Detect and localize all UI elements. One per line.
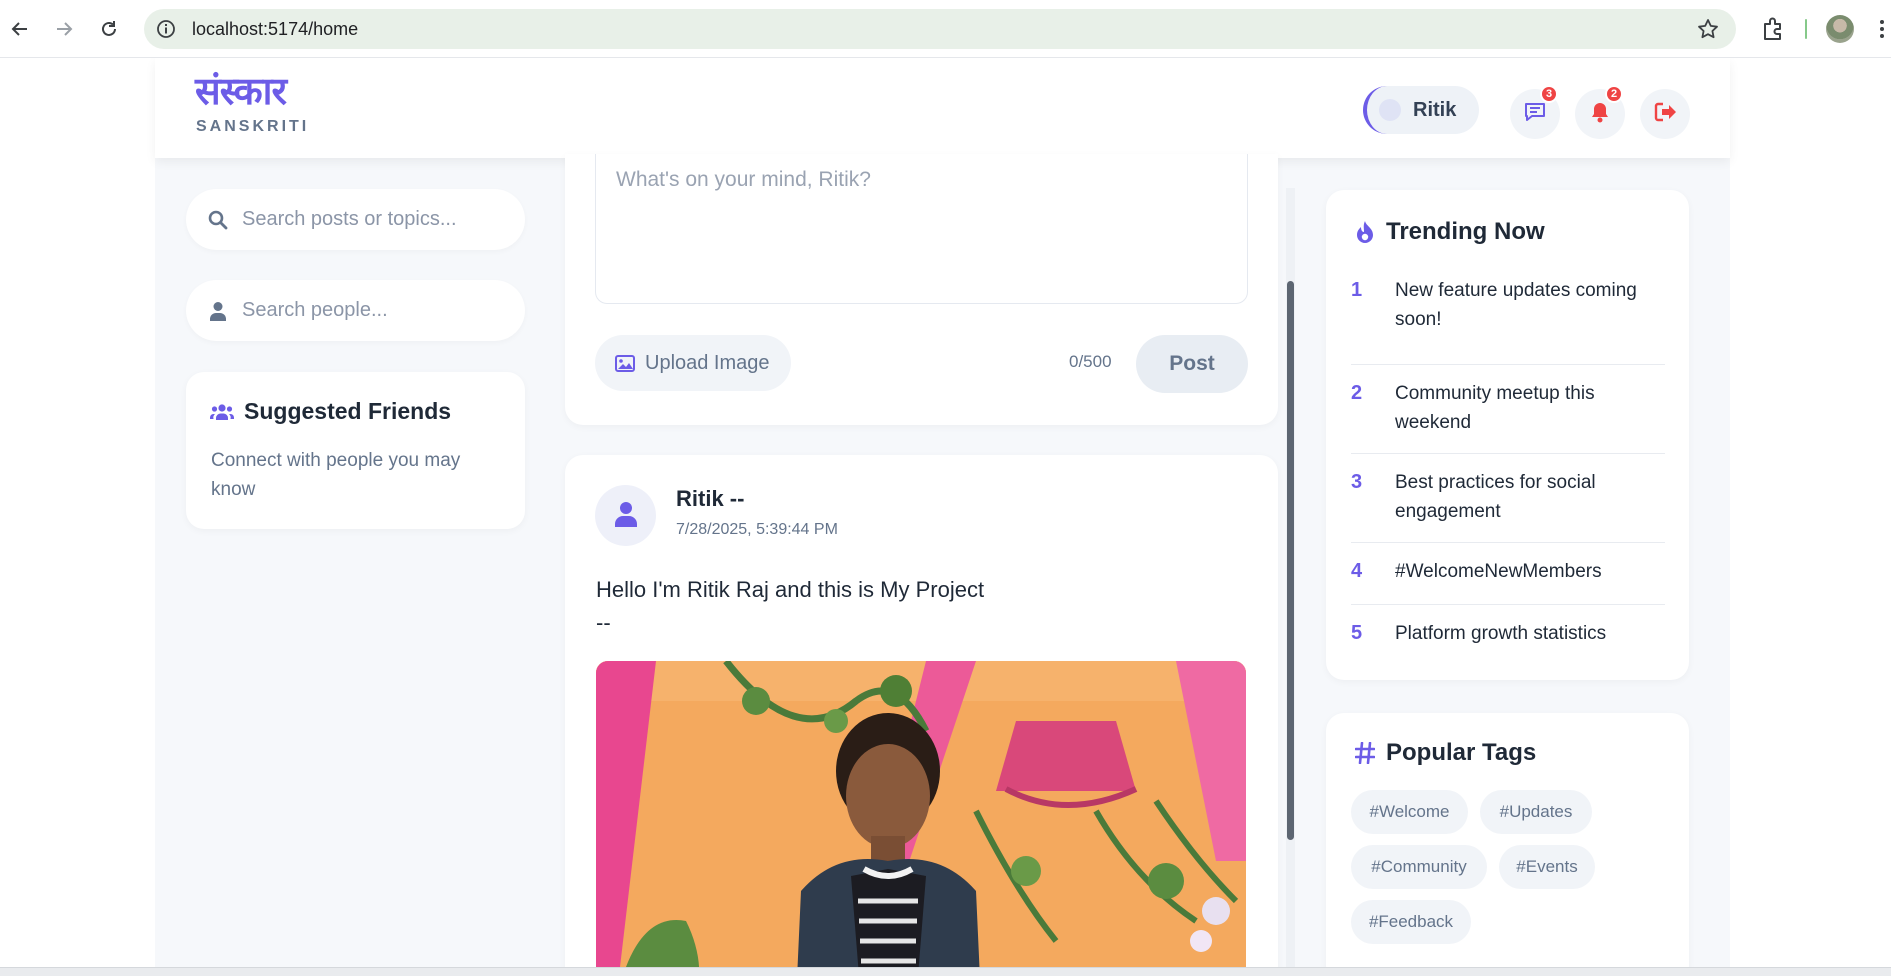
bell-icon xyxy=(1590,101,1610,127)
bookmark-star-icon[interactable] xyxy=(1696,17,1720,41)
chat-icon xyxy=(1523,101,1547,127)
trending-text: Best practices for social engagement xyxy=(1395,472,1596,522)
post-textarea[interactable] xyxy=(595,154,1248,304)
logo-main[interactable]: संस्कार xyxy=(195,64,287,116)
notifications-button[interactable]: 2 xyxy=(1575,85,1625,139)
trending-item[interactable]: 3 Best practices for social engagement xyxy=(1351,454,1665,543)
suggested-friends-text: Connect with people you may know xyxy=(211,450,461,500)
trending-text: New feature updates coming soon! xyxy=(1395,280,1637,330)
browser-menu-icon[interactable] xyxy=(1874,12,1891,46)
tag-community[interactable]: #Community xyxy=(1351,845,1487,889)
extensions-icon[interactable] xyxy=(1759,15,1787,43)
trending-text: #WelcomeNewMembers xyxy=(1395,561,1602,582)
popular-tags-title: Popular Tags xyxy=(1386,739,1537,766)
popular-tags-card: Popular Tags #Welcome #Updates #Communit… xyxy=(1326,713,1689,968)
post-body-text: Hello I'm Ritik Raj and this is My Proje… xyxy=(596,577,985,635)
tag-events[interactable]: #Events xyxy=(1499,845,1595,889)
search-icon xyxy=(208,210,228,230)
post-image[interactable] xyxy=(596,661,1246,968)
trending-item[interactable]: 4 #WelcomeNewMembers xyxy=(1351,543,1665,605)
trending-item[interactable]: 1 New feature updates coming soon! xyxy=(1351,276,1665,365)
url-text[interactable]: localhost:5174/home xyxy=(192,19,358,40)
notifications-badge: 2 xyxy=(1605,85,1623,103)
trending-rank: 1 xyxy=(1351,279,1363,301)
user-icon xyxy=(208,301,228,321)
page: संस्कार SANSKRITI Ritik 3 2 Search posts… xyxy=(0,58,1891,968)
trending-item[interactable]: 2 Community meetup this weekend xyxy=(1351,365,1665,454)
trending-text: Community meetup this weekend xyxy=(1395,383,1595,433)
trending-item[interactable]: 5 Platform growth statistics xyxy=(1351,605,1665,665)
post-author-avatar[interactable] xyxy=(595,485,656,546)
trending-text: Platform growth statistics xyxy=(1395,623,1607,644)
user-name: Ritik xyxy=(1413,98,1457,121)
post-author-name[interactable]: Ritik -- xyxy=(676,486,744,512)
logo-subtitle: SANSKRITI xyxy=(196,118,310,135)
app-header: संस्कार SANSKRITI Ritik 3 2 xyxy=(155,58,1730,158)
trending-card: Trending Now 1 New feature updates comin… xyxy=(1326,190,1689,680)
search-people-input[interactable] xyxy=(242,299,502,322)
upload-image-label: Upload Image xyxy=(645,351,770,374)
suggested-friends-title: Suggested Friends xyxy=(244,398,452,424)
upload-image-button[interactable]: Upload Image xyxy=(595,335,791,391)
tag-feedback[interactable]: #Feedback xyxy=(1351,900,1471,944)
post-button[interactable]: Post xyxy=(1136,335,1248,393)
trending-rank: 3 xyxy=(1351,471,1363,493)
logout-button[interactable] xyxy=(1640,89,1690,139)
user-icon xyxy=(614,501,637,531)
trending-rank: 5 xyxy=(1351,622,1363,644)
trending-title: Trending Now xyxy=(1386,218,1545,245)
back-icon[interactable] xyxy=(3,12,37,46)
logout-icon xyxy=(1653,102,1677,126)
feed-scrollbar[interactable] xyxy=(1286,188,1295,968)
user-avatar xyxy=(1379,99,1401,121)
fire-icon xyxy=(1352,219,1378,245)
post-timestamp: 7/28/2025, 5:39:44 PM xyxy=(676,521,838,538)
window-bottom-edge xyxy=(0,967,1891,976)
hashtag-icon xyxy=(1352,740,1378,766)
char-counter: 0/500 xyxy=(1069,352,1112,371)
composer-card: Upload Image 0/500 Post xyxy=(565,154,1278,425)
toolbar-separator xyxy=(1805,19,1807,39)
forward-icon[interactable] xyxy=(47,12,81,46)
image-icon xyxy=(615,354,635,372)
reload-icon[interactable] xyxy=(92,12,126,46)
site-info-icon[interactable] xyxy=(154,17,178,41)
suggested-friends-card: Suggested Friends Connect with people yo… xyxy=(186,372,525,529)
post-card: Ritik -- 7/28/2025, 5:39:44 PM Hello I'm… xyxy=(565,455,1278,968)
messages-badge: 3 xyxy=(1540,85,1558,103)
messages-button[interactable]: 3 xyxy=(1510,85,1560,139)
browser-toolbar: localhost:5174/home xyxy=(0,0,1891,58)
search-people-box[interactable] xyxy=(186,280,525,341)
tag-updates[interactable]: #Updates xyxy=(1480,790,1592,834)
feed-scrollbar-thumb[interactable] xyxy=(1287,281,1294,840)
search-posts-input[interactable] xyxy=(242,208,502,231)
search-posts-box[interactable] xyxy=(186,189,525,250)
users-icon xyxy=(210,402,234,422)
trending-rank: 2 xyxy=(1351,382,1363,404)
trending-rank: 4 xyxy=(1351,560,1363,582)
address-bar[interactable]: localhost:5174/home xyxy=(144,9,1736,49)
tag-welcome[interactable]: #Welcome xyxy=(1351,790,1468,834)
user-profile-button[interactable]: Ritik xyxy=(1363,86,1479,134)
profile-avatar[interactable] xyxy=(1826,15,1854,43)
